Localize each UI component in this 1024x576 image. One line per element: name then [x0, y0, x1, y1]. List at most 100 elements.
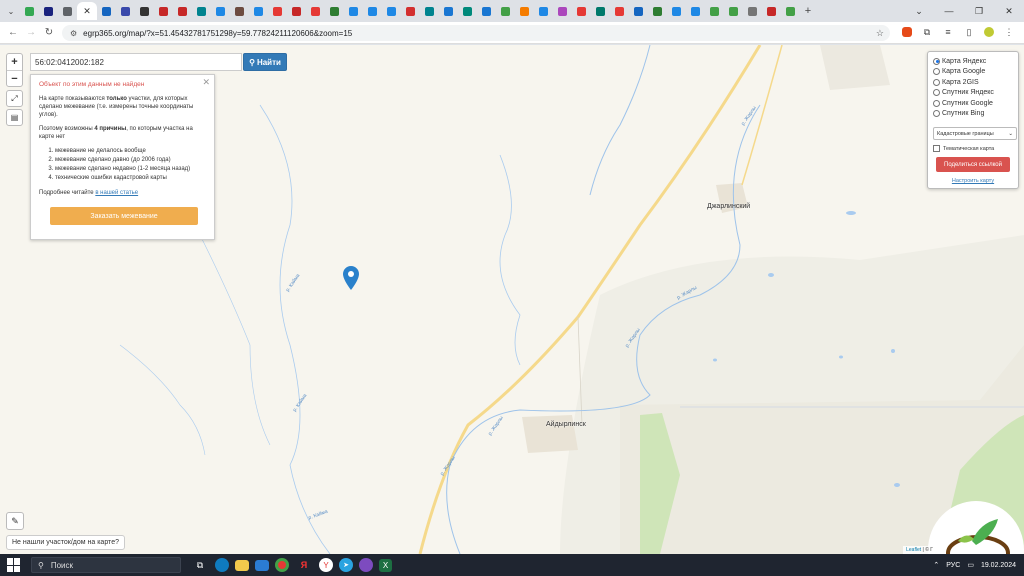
forward-button[interactable]: → [22, 27, 40, 38]
reload-button[interactable]: ↻ [40, 27, 58, 38]
print-icon[interactable]: ▤ [6, 109, 23, 126]
browser-tab[interactable] [287, 2, 306, 20]
browser-tab[interactable] [762, 2, 781, 20]
browser-tab[interactable] [58, 2, 77, 20]
side-panel-icon[interactable]: ▯ [963, 26, 975, 38]
close-window-button[interactable]: ✕ [994, 0, 1024, 22]
tab-search-icon[interactable]: ⌄ [2, 3, 20, 19]
map-marker-icon[interactable] [343, 266, 359, 290]
mail-icon[interactable] [255, 559, 269, 571]
browser-tab[interactable] [743, 2, 762, 20]
browser-tab[interactable] [325, 2, 344, 20]
browser-tab[interactable] [154, 2, 173, 20]
browser-tab[interactable] [686, 2, 705, 20]
back-button[interactable]: ← [4, 27, 22, 38]
explorer-icon[interactable] [235, 559, 249, 571]
extension-icon[interactable] [902, 27, 912, 37]
article-link[interactable]: в нашей статье [95, 190, 138, 196]
browser-tab[interactable] [420, 2, 439, 20]
layer-option[interactable]: Спутник Яндекс [933, 88, 1013, 99]
zoom-in-button[interactable]: + [7, 54, 22, 70]
fullscreen-icon[interactable]: ⤢ [6, 90, 23, 107]
radio-button[interactable] [933, 99, 940, 107]
browser-tab[interactable] [667, 2, 686, 20]
browser-tab[interactable] [39, 2, 58, 20]
chrome-icon[interactable] [275, 558, 289, 572]
telegram-icon[interactable]: ➤ [339, 558, 353, 572]
language-indicator[interactable]: РУС [946, 562, 960, 569]
browser-tab[interactable]: ✕ [77, 2, 97, 20]
radio-button[interactable] [933, 57, 940, 65]
browser-tab[interactable] [515, 2, 534, 20]
browser-tab[interactable] [705, 2, 724, 20]
browser-tab[interactable] [648, 2, 667, 20]
browser-tab[interactable] [553, 2, 572, 20]
browser-tab[interactable] [20, 2, 39, 20]
site-info-icon[interactable]: ⚙ [70, 29, 77, 38]
browser-tab[interactable] [173, 2, 192, 20]
browser-tab[interactable] [211, 2, 230, 20]
leaflet-link[interactable]: Leaflet [906, 547, 921, 553]
new-tab-button[interactable]: + [800, 5, 816, 17]
browser-tab[interactable] [192, 2, 211, 20]
browser-tab[interactable] [724, 2, 743, 20]
browser-tab[interactable] [401, 2, 420, 20]
layer-option[interactable]: Карта 2GIS [933, 77, 1013, 88]
taskbar-search[interactable]: ⚲ Поиск [31, 557, 181, 573]
radio-button[interactable] [933, 89, 940, 97]
minimize-button[interactable]: — [934, 0, 964, 22]
chevron-up-icon[interactable]: ⌃ [933, 561, 939, 569]
configure-map-link[interactable]: Настроить карту [933, 178, 1013, 184]
browser-tab[interactable] [591, 2, 610, 20]
address-bar[interactable]: ⚙ egrp365.org/map/?x=51.45432781751298y=… [62, 25, 890, 41]
media-icon[interactable]: ≡ [942, 26, 954, 38]
checkbox[interactable] [933, 145, 940, 152]
order-survey-button[interactable]: Заказать межевание [50, 207, 198, 225]
chevron-down-icon[interactable]: ⌄ [904, 0, 934, 22]
overlay-select[interactable]: Кадастровые границы ⌄ [933, 127, 1017, 140]
browser-tab[interactable] [344, 2, 363, 20]
browser-tab[interactable] [268, 2, 287, 20]
browser-tab[interactable] [230, 2, 249, 20]
search-button[interactable]: ⚲ Найти [243, 53, 287, 71]
radio-button[interactable] [933, 110, 940, 118]
task-view-icon[interactable]: ⧉ [191, 556, 209, 574]
edge-icon[interactable] [215, 558, 229, 572]
browser-tab[interactable] [135, 2, 154, 20]
browser-tab[interactable] [629, 2, 648, 20]
browser-tab[interactable] [439, 2, 458, 20]
browser-tab[interactable] [306, 2, 325, 20]
browser-tab[interactable] [382, 2, 401, 20]
puzzle-icon[interactable]: ⧉ [921, 26, 933, 38]
radio-button[interactable] [933, 78, 940, 86]
network-icon[interactable]: ▭ [967, 561, 974, 569]
browser-tab[interactable] [477, 2, 496, 20]
not-found-button[interactable]: Не нашли участок/дом на карте? [6, 535, 125, 550]
browser-tab[interactable] [610, 2, 629, 20]
browser-tab[interactable] [781, 2, 800, 20]
browser-tab[interactable] [458, 2, 477, 20]
maximize-button[interactable]: ❐ [964, 0, 994, 22]
cadastral-search-input[interactable] [30, 53, 242, 71]
yandex-browser-icon[interactable]: Y [319, 558, 333, 572]
edit-pencil-icon[interactable]: ✎ [6, 512, 24, 530]
yandex-icon[interactable]: Я [295, 556, 313, 574]
browser-tab[interactable] [363, 2, 382, 20]
windows-start-icon[interactable] [7, 558, 21, 572]
menu-icon[interactable]: ⋮ [1003, 26, 1015, 38]
thematic-toggle[interactable]: Тематическая карта [933, 145, 1013, 152]
map-viewport[interactable]: Джарлинский Айдырлинск р. Жарлы р. Жарлы… [0, 45, 1024, 554]
layer-option[interactable]: Спутник Google [933, 98, 1013, 109]
browser-tab[interactable] [496, 2, 515, 20]
zoom-out-button[interactable]: − [7, 70, 22, 86]
browser-tab[interactable] [572, 2, 591, 20]
browser-tab[interactable] [534, 2, 553, 20]
profile-avatar[interactable] [984, 27, 994, 37]
excel-icon[interactable]: X [379, 558, 392, 572]
clock-date[interactable]: 19.02.2024 [981, 562, 1016, 569]
layer-option[interactable]: Карта Google [933, 67, 1013, 78]
browser-tab[interactable] [97, 2, 116, 20]
viber-icon[interactable] [359, 558, 373, 572]
close-icon[interactable]: ✕ [202, 77, 210, 88]
radio-button[interactable] [933, 68, 940, 76]
